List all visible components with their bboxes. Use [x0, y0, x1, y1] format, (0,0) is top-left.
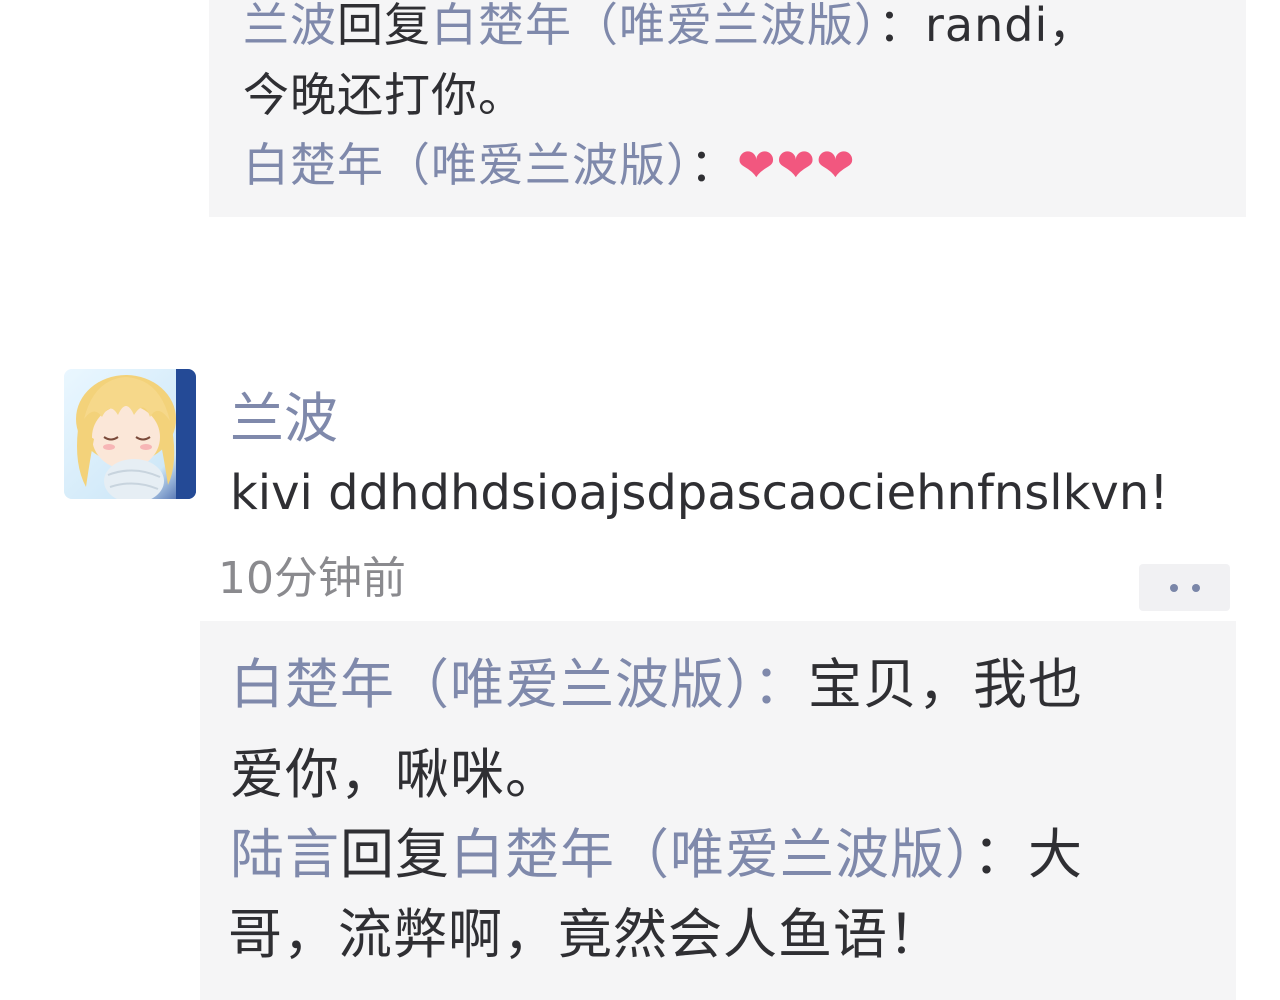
- reply-target-link[interactable]: 白楚年（唯爱兰波版）: [431, 0, 878, 52]
- reply-author-link[interactable]: 白楚年（唯爱兰波版）: [243, 138, 690, 192]
- reply-line: 白楚年（唯爱兰波版）：宝贝，我也: [230, 650, 1083, 720]
- reply-colon: ：: [973, 823, 1028, 886]
- reply-colon: ：: [690, 138, 737, 192]
- more-options-button[interactable]: [1139, 564, 1230, 611]
- reply-colon: ：: [753, 653, 808, 716]
- heart-icons: ❤❤❤: [737, 138, 856, 192]
- reply-line: 今晚还打你。: [243, 65, 525, 125]
- reply-line: 陆言回复白楚年（唯爱兰波版）：大: [230, 820, 1083, 890]
- more-dot-icon: [1169, 583, 1178, 592]
- reply-box-bottom: 白楚年（唯爱兰波版）：宝贝，我也 爱你，啾咪。 陆言回复白楚年（唯爱兰波版）：大…: [200, 621, 1236, 1000]
- anime-avatar-icon: [64, 369, 196, 499]
- reply-line: 白楚年（唯爱兰波版）：❤❤❤: [243, 135, 856, 195]
- comment-author-name[interactable]: 兰波: [230, 384, 338, 454]
- reply-line: 爱你，啾咪。: [230, 740, 560, 810]
- reply-text: 今晚还打你。: [243, 68, 525, 122]
- reply-verb: 回复: [337, 0, 431, 52]
- reply-colon: ：: [878, 0, 925, 52]
- reply-verb: 回复: [340, 823, 450, 886]
- reply-line: 哥，流弊啊，竟然会人鱼语！: [228, 900, 943, 970]
- reply-text: 哥，流弊啊，竟然会人鱼语！: [228, 903, 943, 966]
- reply-author-link[interactable]: 陆言: [230, 823, 340, 886]
- more-dot-icon: [1191, 583, 1200, 592]
- reply-text: 爱你，啾咪。: [230, 743, 560, 806]
- reply-author-link[interactable]: 兰波: [243, 0, 337, 52]
- reply-text: 宝贝，我也: [808, 653, 1083, 716]
- comment-text: kivi ddhdhdsioajsdpascaociehnfnslkvn!: [230, 465, 1169, 521]
- comment-thread: 兰波回复白楚年（唯爱兰波版）：randi， 今晚还打你。 白楚年（唯爱兰波版）：…: [0, 0, 1280, 1000]
- reply-text: 大: [1028, 823, 1083, 886]
- reply-text: randi，: [925, 0, 1096, 52]
- reply-author-link[interactable]: 白楚年（唯爱兰波版）: [230, 653, 753, 716]
- reply-line: 兰波回复白楚年（唯爱兰波版）：randi，: [243, 0, 1095, 55]
- reply-box-top: 兰波回复白楚年（唯爱兰波版）：randi， 今晚还打你。 白楚年（唯爱兰波版）：…: [209, 0, 1246, 217]
- reply-target-link[interactable]: 白楚年（唯爱兰波版）: [450, 823, 973, 886]
- comment-timestamp: 10分钟前: [218, 553, 406, 604]
- user-avatar[interactable]: [64, 369, 196, 499]
